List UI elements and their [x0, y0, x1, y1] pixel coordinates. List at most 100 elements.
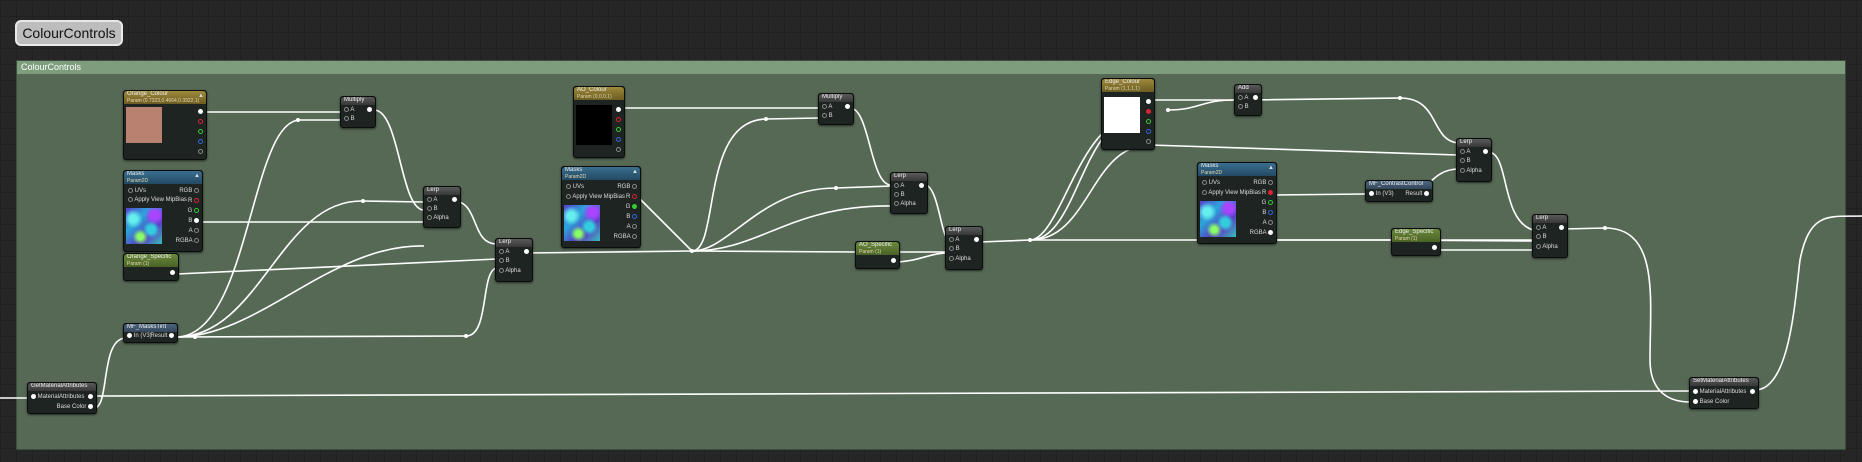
input-pin-b[interactable]: B	[427, 206, 438, 212]
output-pin-r[interactable]: R	[188, 198, 199, 204]
output-pin[interactable]	[845, 104, 850, 110]
output-pin-b[interactable]	[616, 137, 621, 143]
input-pin-a[interactable]: A	[499, 249, 509, 255]
output-pin[interactable]	[1750, 389, 1755, 395]
output-pin-r[interactable]	[198, 119, 203, 125]
output-pin-rgb[interactable]	[1146, 99, 1151, 105]
output-pin-rgb[interactable]: RGB	[179, 188, 199, 194]
ao-specific-node[interactable]: AO_Specific Param (1)	[855, 241, 900, 269]
orange-specific-node[interactable]: Orange_Specific Param (1)	[123, 253, 179, 281]
output-pin-rgba[interactable]: RGBA	[1250, 230, 1273, 236]
masks-texture-node-1[interactable]: Masks Param2D ▲ UVs Apply View MipBias RG…	[123, 170, 203, 252]
input-pin-b[interactable]: B	[949, 246, 960, 252]
output-pin-g[interactable]	[198, 129, 203, 135]
input-pin-uvs[interactable]: UVs	[128, 188, 146, 194]
output-pin-a[interactable]	[1146, 139, 1151, 145]
set-material-attributes-node[interactable]: SetMaterialAttributes MaterialAttributes…	[1689, 377, 1759, 409]
output-pin-b[interactable]	[1146, 129, 1151, 135]
output-pin-g[interactable]: G	[188, 208, 199, 214]
output-pin[interactable]	[1432, 245, 1437, 251]
input-pin-b[interactable]: B	[822, 113, 833, 119]
input-pin-in[interactable]: In (V3)	[127, 333, 152, 339]
output-pin-result[interactable]: Result	[1405, 191, 1429, 197]
input-pin-a[interactable]: A	[1460, 149, 1470, 155]
output-pin[interactable]	[170, 270, 175, 276]
output-pin[interactable]	[1253, 95, 1258, 101]
input-pin-a[interactable]: A	[949, 237, 959, 243]
output-pin-g[interactable]: G	[626, 204, 637, 210]
output-pin[interactable]	[452, 197, 457, 203]
lerp-node-2[interactable]: Lerp A B Alpha	[495, 238, 533, 282]
lerp-node-4[interactable]: Lerp A B Alpha	[945, 226, 983, 270]
input-pin-b[interactable]: B	[1238, 104, 1249, 110]
output-pin-r[interactable]: R	[1262, 190, 1273, 196]
mf-maskstint-node[interactable]: MF_MasksTint In (V3) Result	[123, 323, 178, 343]
output-pin-rgb[interactable]	[198, 109, 203, 115]
output-pin-r[interactable]: R	[626, 194, 637, 200]
output-pin[interactable]	[974, 237, 979, 243]
output-pin-rgba[interactable]: RGBA	[176, 238, 199, 244]
collapse-chevron-icon[interactable]: ▲	[194, 173, 200, 179]
output-pin-rgb[interactable]	[616, 107, 621, 113]
output-pin[interactable]	[891, 258, 896, 264]
output-pin-rgba[interactable]: RGBA	[614, 234, 637, 240]
collapse-chevron-icon[interactable]: ▲	[1268, 165, 1274, 171]
output-pin-r[interactable]	[1146, 109, 1151, 115]
input-pin-uvs[interactable]: UVs	[1202, 180, 1220, 186]
add-node[interactable]: Add A B	[1234, 84, 1262, 116]
output-pin-base-color[interactable]: Base Color	[57, 404, 93, 410]
input-pin-alpha[interactable]: Alpha	[499, 268, 521, 274]
input-pin-material-attributes[interactable]: MaterialAttributes	[31, 394, 84, 400]
output-pin[interactable]	[524, 249, 529, 255]
output-pin-a[interactable]: A	[189, 228, 199, 234]
mf-contrastcontrol-node[interactable]: MF_ContrastControl In (V3) Result	[1365, 180, 1433, 202]
input-pin-a[interactable]: A	[1536, 225, 1546, 231]
input-pin-alpha[interactable]: Alpha	[1536, 244, 1558, 250]
output-pin-a[interactable]: A	[1263, 220, 1273, 226]
output-pin[interactable]	[367, 107, 372, 113]
edge-specific-node[interactable]: Edge_Specific Param (1)	[1391, 228, 1441, 256]
output-pin-material-attributes[interactable]	[88, 394, 93, 400]
lerp-node-3[interactable]: Lerp A B Alpha	[890, 172, 928, 214]
input-pin-uvs[interactable]: UVs	[566, 184, 584, 190]
input-pin-b[interactable]: B	[344, 116, 355, 122]
multiply-node-2[interactable]: Multiply A B	[818, 93, 854, 125]
masks-texture-node-2[interactable]: Masks Param2D ▲ UVs Apply View MipBias RG…	[561, 166, 641, 248]
input-pin-a[interactable]: A	[1238, 95, 1248, 101]
output-pin-b[interactable]: B	[626, 214, 637, 220]
edge-colour-node[interactable]: Edge_Colour Param (1,1,1,1)	[1101, 78, 1155, 150]
ao-colour-node[interactable]: AO_Colour Param (0,0,0,1)	[573, 86, 625, 158]
input-pin-alpha[interactable]: Alpha	[894, 201, 916, 207]
orange-colour-node[interactable]: Orange_Colour Param (0.7323,0.4664,0.3922…	[123, 90, 207, 160]
input-pin-in[interactable]: In (V3)	[1369, 191, 1394, 197]
output-pin-b[interactable]: B	[188, 218, 199, 224]
input-pin-apply-mipbias[interactable]: Apply View MipBias	[566, 194, 625, 200]
input-pin-a[interactable]: A	[822, 104, 832, 110]
collapse-chevron-icon[interactable]: ▲	[632, 169, 638, 175]
output-pin-a[interactable]	[616, 147, 621, 153]
output-pin-result[interactable]: Result	[150, 333, 174, 339]
output-pin-g[interactable]: G	[1262, 200, 1273, 206]
output-pin-rgb[interactable]: RGB	[1253, 180, 1273, 186]
get-material-attributes-node[interactable]: GetMaterialAttributes MaterialAttributes…	[27, 382, 97, 414]
output-pin-a[interactable]	[198, 149, 203, 155]
output-pin[interactable]	[1483, 149, 1488, 155]
output-pin-g[interactable]	[1146, 119, 1151, 125]
input-pin-a[interactable]: A	[894, 183, 904, 189]
input-pin-a[interactable]: A	[344, 107, 354, 113]
input-pin-alpha[interactable]: Alpha	[427, 215, 449, 221]
input-pin-a[interactable]: A	[427, 197, 437, 203]
lerp-node-6[interactable]: Lerp A B Alpha	[1532, 214, 1568, 258]
collapse-chevron-icon[interactable]: ▲	[198, 93, 204, 99]
output-pin-b[interactable]	[198, 139, 203, 145]
input-pin-apply-mipbias[interactable]: Apply View MipBias	[1202, 190, 1261, 196]
input-pin-alpha[interactable]: Alpha	[1460, 168, 1482, 174]
output-pin-r[interactable]	[616, 117, 621, 123]
input-pin-base-color[interactable]: Base Color	[1693, 399, 1729, 405]
output-pin-b[interactable]: B	[1262, 210, 1273, 216]
input-pin-b[interactable]: B	[499, 258, 510, 264]
multiply-node-1[interactable]: Multiply A B	[340, 96, 376, 128]
input-pin-alpha[interactable]: Alpha	[949, 256, 971, 262]
input-pin-b[interactable]: B	[1460, 158, 1471, 164]
lerp-node-5[interactable]: Lerp A B Alpha	[1456, 138, 1492, 182]
